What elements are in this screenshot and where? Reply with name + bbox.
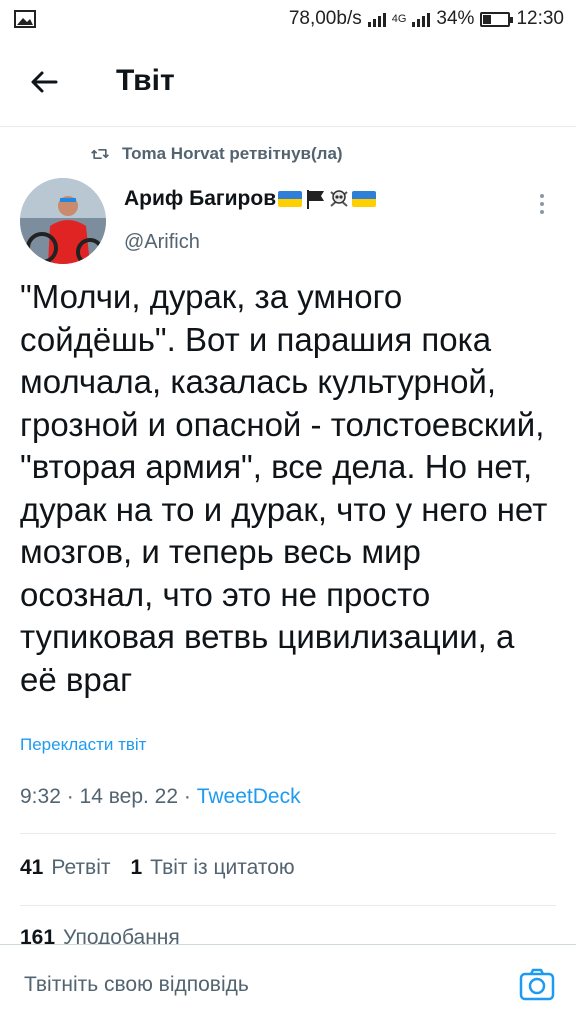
status-bar: 78,00b/s 4G 34% 12:30 bbox=[0, 0, 576, 40]
tweet-timestamp: 9:32 · 14 вер. 22 · bbox=[20, 785, 197, 808]
camera-icon[interactable] bbox=[519, 967, 555, 1001]
avatar[interactable] bbox=[20, 178, 106, 264]
black-flag-icon bbox=[307, 190, 325, 209]
retweets-label: Ретвіт bbox=[51, 856, 111, 879]
more-options-icon[interactable] bbox=[538, 192, 546, 216]
battery-icon bbox=[480, 11, 514, 27]
tweet-source-link[interactable]: TweetDeck bbox=[197, 785, 301, 808]
retweets-stat[interactable]: 41 Ретвіт bbox=[20, 856, 110, 880]
flag-ukraine-icon-2 bbox=[352, 191, 377, 207]
tweet-stats: 41 Ретвіт 1 Твіт із цитатою bbox=[20, 856, 295, 880]
image-icon bbox=[14, 10, 36, 28]
divider-2 bbox=[20, 905, 556, 906]
author-handle[interactable]: @Arifich bbox=[124, 231, 200, 254]
page-title: Твіт bbox=[116, 64, 175, 97]
network-speed: 78,00b/s bbox=[288, 8, 362, 29]
retweet-context[interactable]: Toma Horvat ретвітнув(ла) bbox=[90, 144, 343, 164]
likes-count: 161 bbox=[20, 926, 56, 944]
retweet-label: Toma Horvat ретвітнув(ла) bbox=[122, 144, 343, 163]
avatar-image bbox=[20, 178, 106, 264]
quotes-count: 1 bbox=[130, 856, 143, 879]
author-name-text: Ариф Багиров bbox=[124, 187, 277, 210]
retweets-count: 41 bbox=[20, 856, 44, 879]
signal-icon bbox=[367, 11, 386, 27]
battery-percent: 34% bbox=[436, 8, 475, 29]
likes-stat[interactable]: 161 Уподобання bbox=[20, 926, 320, 944]
quotes-label: Твіт із цитатою bbox=[150, 856, 295, 879]
arrow-left-icon[interactable] bbox=[24, 62, 64, 102]
divider bbox=[20, 833, 556, 834]
tweet-meta: 9:32 · 14 вер. 22 · TweetDeck bbox=[20, 785, 301, 809]
likes-label: Уподобання bbox=[63, 926, 180, 944]
flag-ukraine-icon bbox=[278, 191, 303, 207]
top-app-bar: Твіт bbox=[0, 40, 576, 127]
skull-crossbones-icon bbox=[330, 190, 348, 207]
reply-bar: Твітніть свою відповідь bbox=[0, 944, 576, 1025]
network-type: 4G bbox=[391, 13, 407, 25]
reply-input[interactable]: Твітніть свою відповідь bbox=[24, 973, 249, 997]
quotes-stat[interactable]: 1 Твіт із цитатою bbox=[130, 856, 294, 880]
clock: 12:30 bbox=[516, 8, 564, 29]
translate-tweet-link[interactable]: Перекласти твіт bbox=[20, 735, 146, 755]
author-name[interactable]: Ариф Багиров bbox=[124, 187, 377, 211]
retweet-icon bbox=[91, 149, 109, 159]
tweet-text: "Молчи, дурак, за умного сойдёшь". Вот и… bbox=[20, 278, 548, 698]
signal-icon-2 bbox=[412, 11, 431, 27]
